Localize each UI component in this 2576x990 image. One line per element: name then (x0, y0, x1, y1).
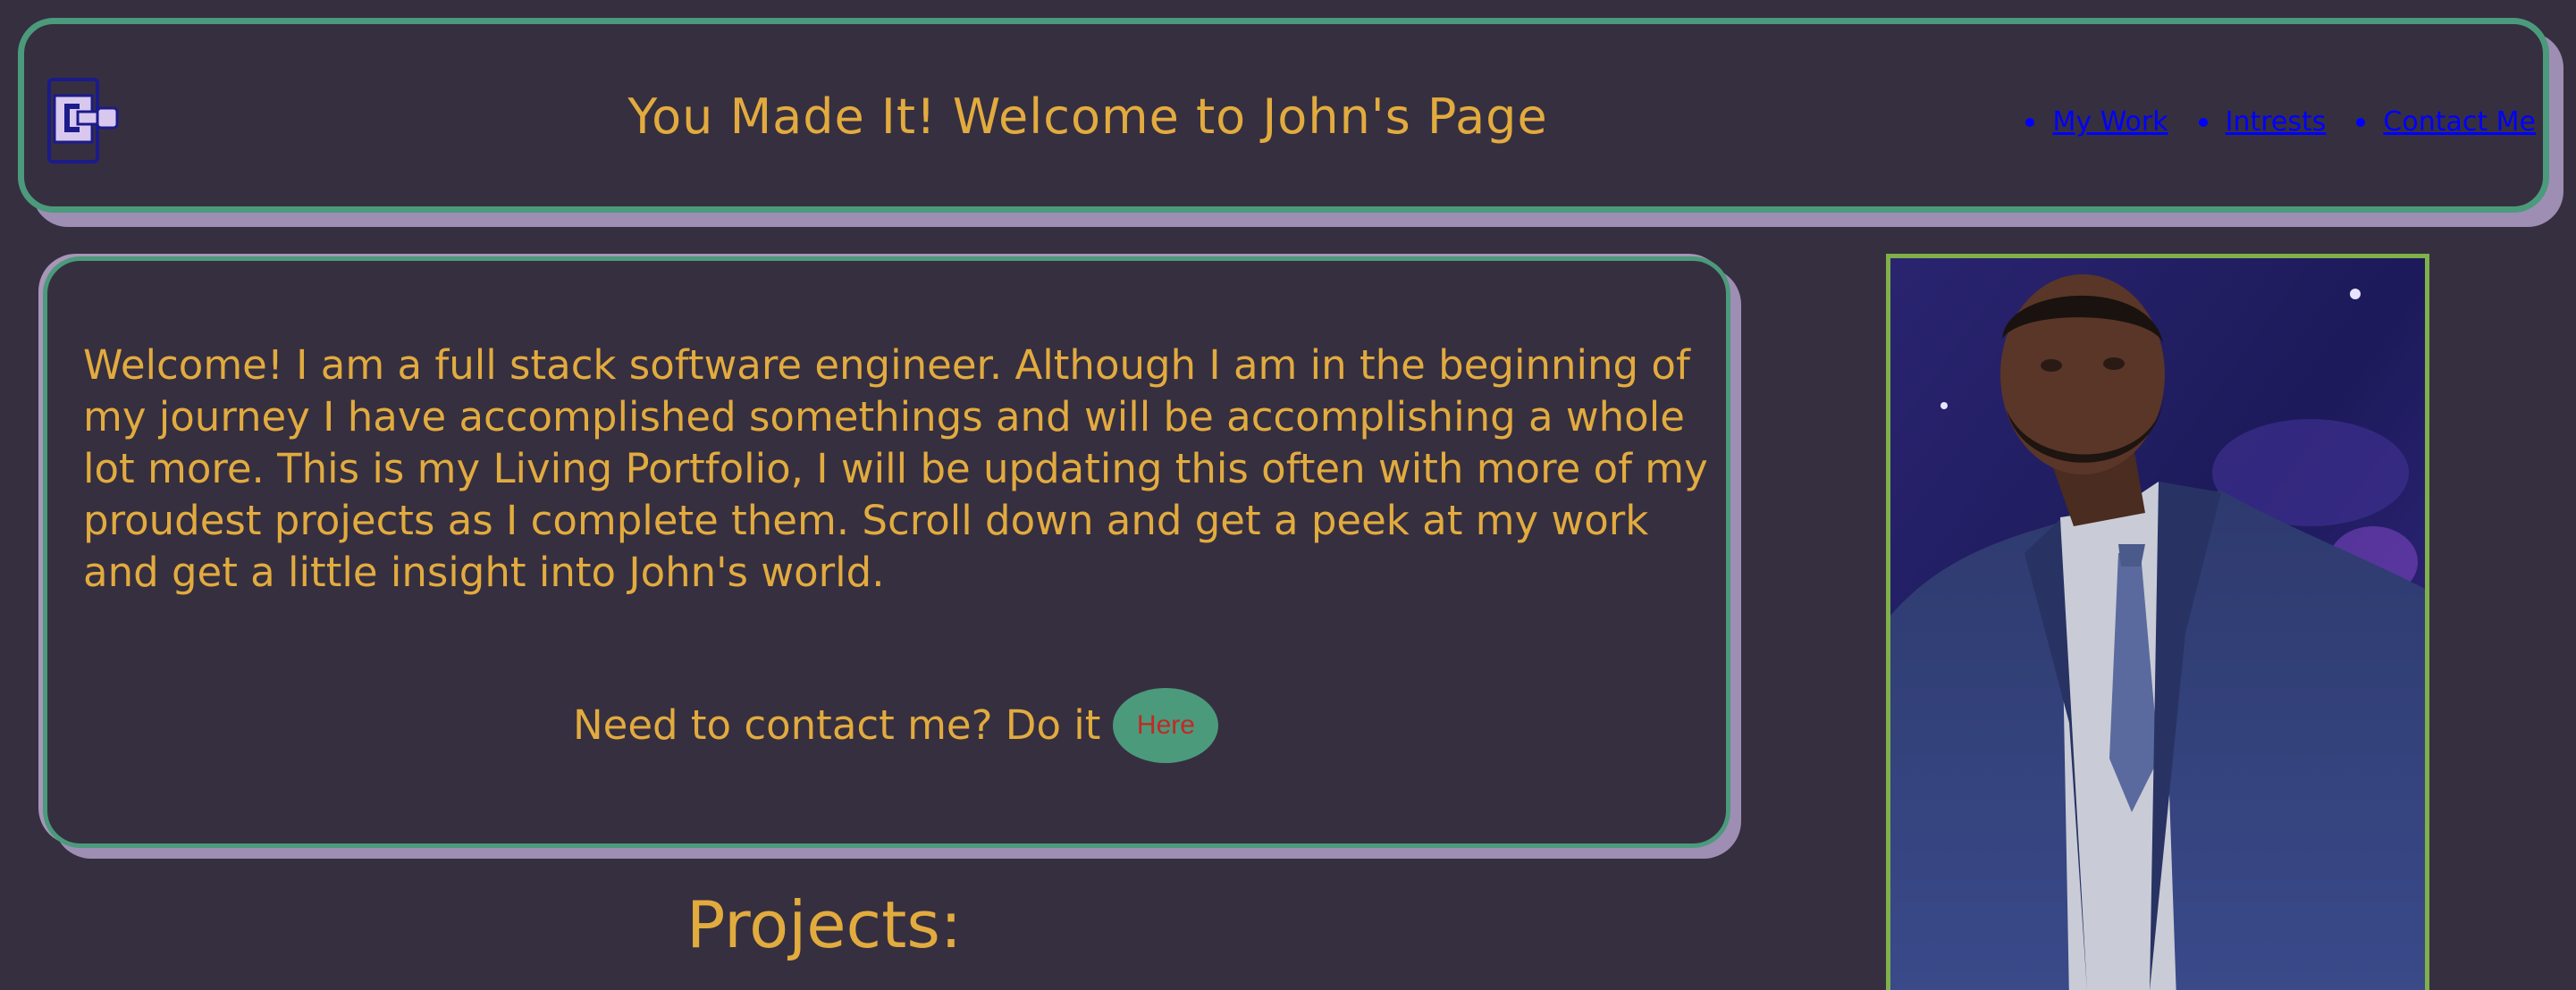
projects-heading: Projects: (686, 887, 963, 962)
nav-item-intrests: Intrests (2199, 106, 2327, 138)
main-nav: My Work Intrests Contact Me (2025, 106, 2536, 138)
nav-link-my-work[interactable]: My Work (2052, 106, 2168, 138)
profile-photo (1886, 254, 2429, 990)
profile-photo-image (1890, 258, 2425, 990)
contact-prompt: Need to contact me? Do it (573, 701, 1101, 749)
contact-line: Need to contact me? Do it Here (573, 688, 1219, 763)
page: You Made It! Welcome to John's Page My W… (0, 0, 2576, 990)
nav-item-contact-me: Contact Me (2356, 106, 2536, 138)
page-title: You Made It! Welcome to John's Page (627, 88, 1548, 145)
intro-text: Welcome! I am a full stack software engi… (83, 341, 1708, 596)
intro-card: Welcome! I am a full stack software engi… (43, 256, 1730, 848)
nav-link-contact-me[interactable]: Contact Me (2383, 106, 2536, 138)
site-header: You Made It! Welcome to John's Page My W… (18, 18, 2549, 213)
contact-here-button[interactable]: Here (1113, 688, 1219, 763)
phone-plug-logo-icon[interactable] (44, 76, 124, 165)
nav-item-my-work: My Work (2025, 106, 2168, 138)
nav-link-intrests[interactable]: Intrests (2226, 106, 2327, 138)
